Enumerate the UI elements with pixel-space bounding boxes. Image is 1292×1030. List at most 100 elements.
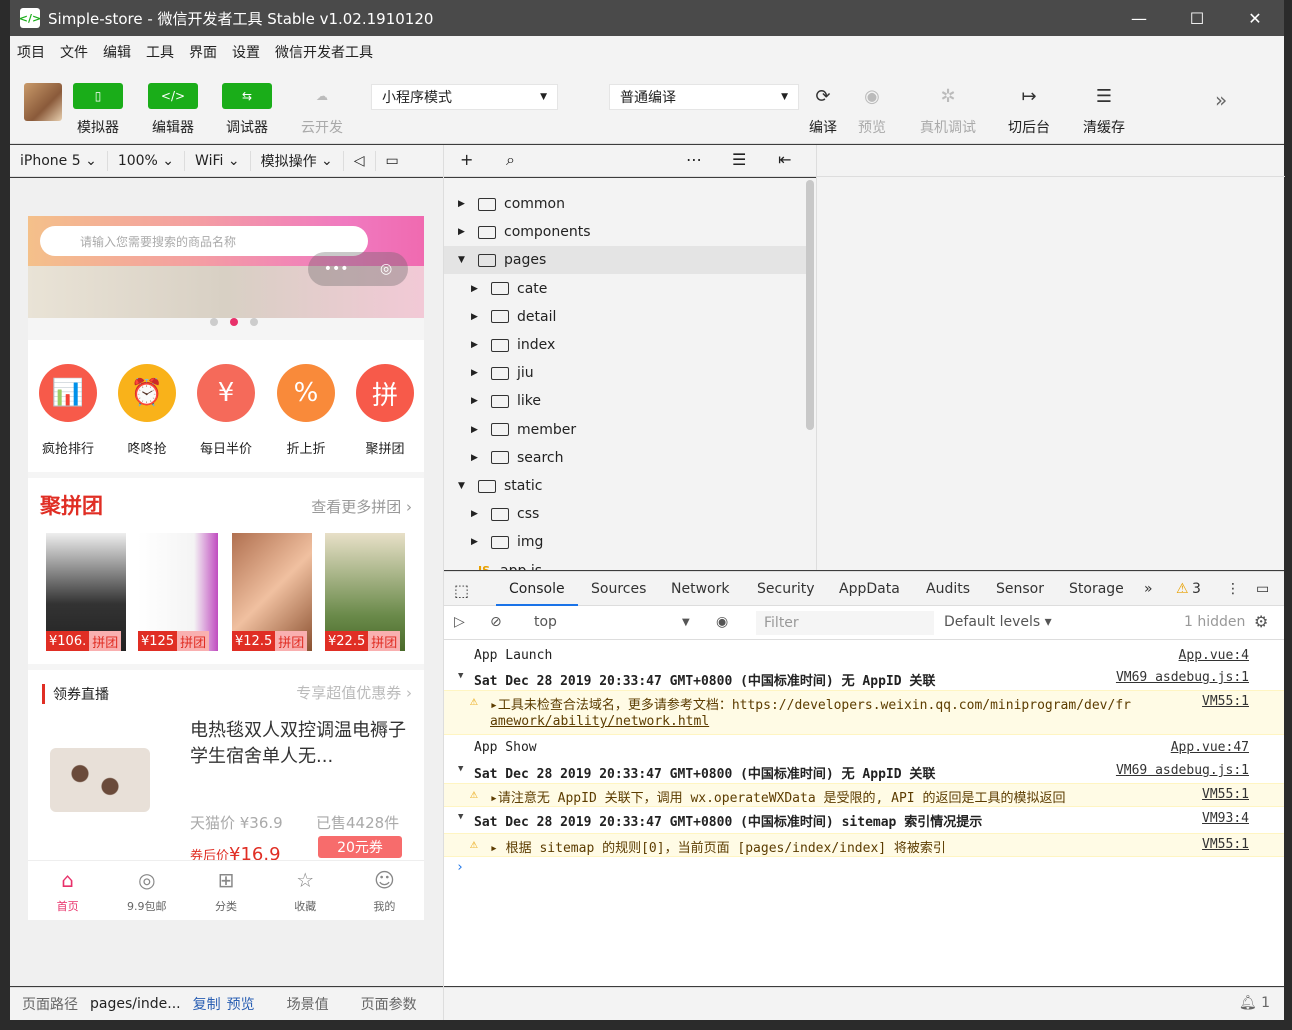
add-icon[interactable]: + bbox=[460, 150, 473, 169]
filter-input[interactable]: Filter bbox=[756, 611, 934, 635]
tree-node-like[interactable]: ▶ like bbox=[444, 387, 806, 415]
product-name[interactable]: 电热毯双人双控调温电褥子学生宿舍单人无... bbox=[190, 718, 410, 770]
group-arrow-icon[interactable]: ▼ bbox=[458, 812, 463, 822]
scene-button[interactable]: 场景值 bbox=[287, 994, 329, 1014]
console-line-warn[interactable]: ⚠ ▸ 根据 sitemap 的规则[0]，当前页面 [pages/index/i… bbox=[444, 833, 1284, 857]
collapsed-arrow-icon[interactable]: ▶ bbox=[471, 509, 481, 519]
tree-node-member[interactable]: ▶ member bbox=[444, 416, 806, 444]
console-prompt-icon[interactable]: › bbox=[456, 860, 464, 875]
device-select[interactable]: iPhone 5 ⌄ bbox=[10, 150, 108, 171]
tree-node-jiu[interactable]: ▶ jiu bbox=[444, 359, 806, 387]
background-button[interactable]: ↦ 切后台 bbox=[1008, 83, 1050, 137]
dropdown-icon[interactable]: ▼ bbox=[682, 617, 690, 628]
avatar[interactable] bbox=[24, 83, 62, 121]
tree-node-cate[interactable]: ▶ cate bbox=[444, 275, 806, 303]
sim-ops-select[interactable]: 模拟操作 ⌄ bbox=[251, 150, 344, 171]
source-link[interactable]: VM55:1 bbox=[1202, 694, 1249, 709]
source-link[interactable]: VM55:1 bbox=[1202, 837, 1249, 852]
compile-mode-select[interactable]: 普通编译 ▼ bbox=[609, 84, 799, 110]
warning-icon[interactable]: ⚠ bbox=[1176, 581, 1189, 597]
tab-home[interactable]: ⌂ 首页 bbox=[28, 861, 107, 920]
collapsed-arrow-icon[interactable]: ▶ bbox=[471, 537, 481, 547]
collapsed-arrow-icon[interactable]: ▶ bbox=[471, 340, 481, 350]
eye-icon[interactable]: ◉ bbox=[716, 614, 728, 630]
tree-node-img[interactable]: ▶ img bbox=[444, 528, 806, 556]
source-link[interactable]: VM69 asdebug.js:1 bbox=[1116, 763, 1249, 778]
menu-settings[interactable]: 设置 bbox=[232, 42, 260, 62]
group-arrow-icon[interactable]: ▼ bbox=[458, 671, 463, 681]
window-icon[interactable]: ▭ bbox=[376, 151, 409, 171]
more-icon[interactable]: » bbox=[1215, 88, 1227, 112]
menu-file[interactable]: 文件 bbox=[60, 42, 88, 62]
pin-item[interactable]: ¥12.5 拼团 bbox=[232, 533, 312, 651]
pin-item[interactable]: ¥22.5 拼团 bbox=[325, 533, 405, 651]
cloud-button[interactable]: ☁ 云开发 bbox=[297, 83, 347, 137]
tree-node-index[interactable]: ▶ index bbox=[444, 331, 806, 359]
tree-node-app-js[interactable]: JS app.js bbox=[444, 557, 806, 570]
simulator-button[interactable]: ▯ 模拟器 bbox=[73, 83, 123, 137]
collapsed-arrow-icon[interactable]: ▶ bbox=[471, 396, 481, 406]
source-link[interactable]: VM55:1 bbox=[1202, 787, 1249, 802]
more-link[interactable]: 专享超值优惠券 › bbox=[296, 682, 412, 703]
debugger-button[interactable]: ⇆ 调试器 bbox=[222, 83, 272, 137]
cat-item-3[interactable]: % 折上折 bbox=[276, 364, 336, 457]
tab-favorites[interactable]: ☆ 收藏 bbox=[266, 861, 345, 920]
settings-gear-icon[interactable]: ⚙ bbox=[1254, 612, 1268, 631]
tree-node-common[interactable]: ▶ common bbox=[444, 190, 806, 218]
console-line-log[interactable]: App Launch App.vue:4 bbox=[444, 645, 1284, 665]
tab-mine[interactable]: ☺ 我的 bbox=[345, 861, 424, 920]
hide-tree-icon[interactable]: ⇤ bbox=[778, 150, 791, 169]
params-button[interactable]: 页面参数 bbox=[361, 994, 417, 1014]
inspect-icon[interactable]: ⬚ bbox=[454, 581, 469, 600]
mode-select[interactable]: 小程序模式 ▼ bbox=[371, 84, 558, 110]
notification-bell[interactable]: 🔔︎ 1 bbox=[1239, 995, 1270, 1011]
tab-sensor[interactable]: Sensor bbox=[996, 581, 1044, 597]
cat-item-0[interactable]: 📊 疯抢排行 bbox=[38, 364, 98, 457]
tree-node-pages[interactable]: ▼ pages bbox=[444, 246, 806, 275]
menu-tools[interactable]: 工具 bbox=[146, 42, 174, 62]
tab-storage[interactable]: Storage bbox=[1069, 581, 1124, 597]
tab-appdata[interactable]: AppData bbox=[839, 581, 900, 597]
capsule-menu[interactable]: ••• ◎ bbox=[308, 252, 408, 286]
console-message-cont[interactable]: amework/ability/network.html bbox=[490, 714, 709, 729]
collapsed-arrow-icon[interactable]: ▶ bbox=[471, 425, 481, 435]
close-button[interactable]: ✕ bbox=[1226, 9, 1284, 28]
tree-node-components[interactable]: ▶ components bbox=[444, 218, 806, 246]
group-arrow-icon[interactable]: ▼ bbox=[458, 764, 463, 774]
tab-network[interactable]: Network bbox=[671, 581, 729, 597]
levels-select[interactable]: Default levels ▾ bbox=[944, 614, 1052, 630]
collapsed-arrow-icon[interactable]: ▶ bbox=[458, 227, 468, 237]
clear-cache-button[interactable]: ☰ 清缓存 bbox=[1083, 83, 1125, 137]
editor-button[interactable]: </> 编辑器 bbox=[148, 83, 198, 137]
collapsed-arrow-icon[interactable]: ▶ bbox=[471, 284, 481, 294]
collapsed-arrow-icon[interactable]: ▶ bbox=[458, 199, 468, 209]
minimize-button[interactable]: — bbox=[1110, 9, 1168, 28]
sidebar-toggle-icon[interactable]: ▷ bbox=[454, 614, 465, 630]
search-input[interactable]: 请输入您需要搜索的商品名称 bbox=[40, 226, 368, 256]
menu-wechat-devtools[interactable]: 微信开发者工具 bbox=[275, 42, 373, 62]
collapse-icon[interactable]: ☰ bbox=[732, 150, 746, 169]
tab-audits[interactable]: Audits bbox=[926, 581, 970, 597]
collapsed-arrow-icon[interactable]: ▶ bbox=[471, 453, 481, 463]
copy-link[interactable]: 复制 bbox=[193, 994, 221, 1014]
console-line-warn[interactable]: ⚠ ▸工具未检查合法域名，更多请参考文档：https://developers.w… bbox=[444, 690, 1284, 735]
maximize-button[interactable]: ☐ bbox=[1168, 9, 1226, 28]
menu-edit[interactable]: 编辑 bbox=[103, 42, 131, 62]
tree-scrollbar[interactable] bbox=[806, 180, 814, 430]
network-select[interactable]: WiFi ⌄ bbox=[185, 150, 251, 171]
console-line-group[interactable]: ▼ Sat Dec 28 2019 20:33:47 GMT+0800 (中国标准… bbox=[444, 808, 1284, 830]
product-image[interactable] bbox=[50, 748, 150, 812]
console-line-log[interactable]: App Show App.vue:47 bbox=[444, 737, 1284, 757]
banner[interactable]: 请输入您需要搜索的商品名称 ••• ◎ bbox=[28, 216, 424, 318]
tab-category[interactable]: ⊞ 分类 bbox=[186, 861, 265, 920]
pin-item[interactable]: ¥106. 拼团 bbox=[46, 533, 126, 651]
collapsed-arrow-icon[interactable]: ▶ bbox=[471, 312, 481, 322]
zoom-select[interactable]: 100% ⌄ bbox=[108, 150, 186, 171]
cat-item-2[interactable]: ¥ 每日半价 bbox=[196, 364, 256, 457]
preview-link[interactable]: 预览 bbox=[227, 994, 255, 1014]
volume-icon[interactable]: ◁ bbox=[344, 150, 376, 171]
cat-item-4[interactable]: 拼聚拼团 bbox=[355, 364, 415, 457]
tree-node-search[interactable]: ▶ search bbox=[444, 444, 806, 472]
context-select[interactable]: top bbox=[534, 614, 557, 630]
tree-node-detail[interactable]: ▶ detail bbox=[444, 303, 806, 331]
